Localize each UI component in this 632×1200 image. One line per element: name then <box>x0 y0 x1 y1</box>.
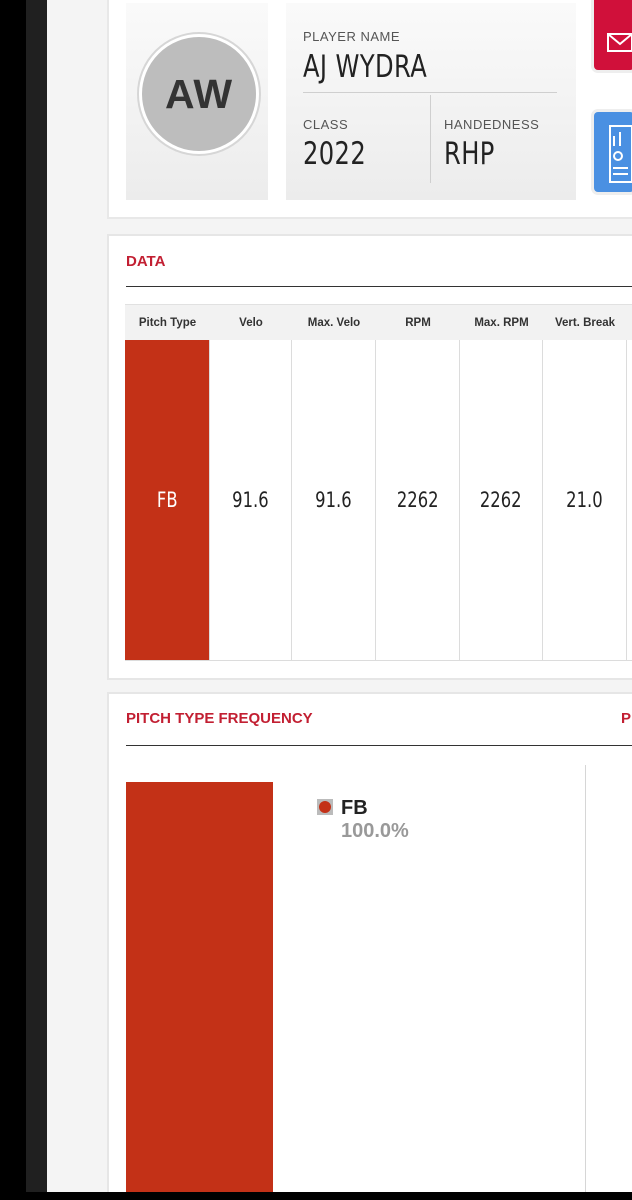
column-header-pitch-type[interactable]: Pitch Type <box>125 305 210 341</box>
table-row: FB 91.6 91.6 2262 2262 21.0 <box>125 340 632 661</box>
sidebar-gutter <box>26 0 47 1192</box>
player-name-label: PLAYER NAME <box>303 29 401 44</box>
bottom-bar <box>0 1192 632 1200</box>
page-content: AW PLAYER NAME AJ WYDRA CLASS 2022 HANDE… <box>47 0 632 1192</box>
frequency-title-rule <box>126 745 632 746</box>
mail-button[interactable] <box>594 0 632 70</box>
column-header-vert-break[interactable]: Vert. Break <box>543 305 627 341</box>
info-divider-vertical <box>430 95 431 183</box>
cell-max-velo: 91.6 <box>292 340 376 660</box>
handedness: RHP <box>444 136 495 172</box>
chart-separator <box>585 765 586 1192</box>
class-label: CLASS <box>303 117 349 132</box>
avatar-initials: AW <box>164 70 234 117</box>
legend-label-fb: FB <box>341 797 368 819</box>
data-section-title: DATA <box>126 253 166 270</box>
bar-fb[interactable] <box>126 782 273 1192</box>
cell-velo: 91.6 <box>210 340 292 660</box>
cell-rpm: 2262 <box>376 340 460 660</box>
left-sidebar <box>0 0 26 1192</box>
player-info-card: PLAYER NAME AJ WYDRA CLASS 2022 HANDEDNE… <box>286 3 576 200</box>
player-name: AJ WYDRA <box>303 49 428 85</box>
cell-pitch-type: FB <box>125 340 210 660</box>
frequency-section-title: PITCH TYPE FREQUENCY <box>126 710 313 727</box>
column-header-velo[interactable]: Velo <box>210 305 292 341</box>
legend-swatch-fb <box>317 799 333 815</box>
legend-percent-fb: 100.0% <box>341 820 409 842</box>
avatar: AW <box>139 34 259 154</box>
cell-vert-break: 21.0 <box>543 340 627 660</box>
clipboard-chart-icon <box>609 125 632 183</box>
stats-button[interactable] <box>594 112 632 192</box>
cell-max-rpm: 2262 <box>460 340 543 660</box>
handedness-label: HANDEDNESS <box>444 117 540 132</box>
data-title-rule <box>126 286 632 287</box>
envelope-icon <box>607 33 632 52</box>
data-table-header: Pitch Type Velo Max. Velo RPM Max. RPM V… <box>125 304 632 342</box>
avatar-card: AW <box>126 3 268 200</box>
column-header-max-rpm[interactable]: Max. RPM <box>460 305 543 341</box>
info-divider-horizontal <box>303 92 557 93</box>
class-year: 2022 <box>303 136 367 172</box>
next-section-title: P <box>621 710 632 727</box>
column-header-rpm[interactable]: RPM <box>376 305 460 341</box>
column-header-max-velo[interactable]: Max. Velo <box>292 305 376 341</box>
